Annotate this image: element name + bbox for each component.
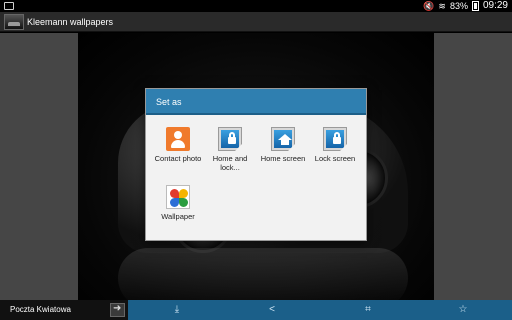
ad-banner[interactable]: Poczta Kwiatowa [0,300,128,320]
status-bar: 🔇 ≋ 83% 09:29 [0,0,512,12]
action-bar: Kleemann wallpapers [0,12,512,32]
wallpaper-icon [166,185,190,209]
home-screen-icon [271,127,295,151]
car-reflection [118,248,408,300]
lock-screen-icon [323,127,347,151]
option-label: Contact photo [154,154,202,163]
option-lock-screen[interactable]: Lock screen [309,127,361,179]
download-icon[interactable]: ⤓ [167,300,187,320]
battery-icon [471,1,479,11]
mute-icon: 🔇 [423,1,435,11]
dialog-title: Set as [156,97,182,107]
set-as-dialog: Set as Contact photo Home and lock... Ho… [145,88,367,241]
clock: 09:29 [482,0,508,11]
option-contact-photo[interactable]: Contact photo [152,127,204,179]
contact-icon [166,127,190,151]
option-label: Home and lock... [212,154,248,172]
option-home-screen[interactable]: Home screen [257,127,309,179]
battery-percentage: 83% [449,1,468,11]
home-and-lock-icon [218,127,242,151]
status-icons: 🔇 ≋ 83% 09:29 [423,0,508,12]
option-label: Wallpaper [161,212,195,221]
app-title: Kleemann wallpapers [27,17,114,27]
share-icon[interactable]: < [262,300,282,320]
ad-text: Poczta Kwiatowa [10,305,71,314]
app-icon[interactable] [4,14,24,30]
wifi-icon: ≋ [438,1,446,11]
gallery-notification-icon [4,2,14,10]
star-icon[interactable]: ☆ [453,300,473,320]
option-wallpaper[interactable]: Wallpaper [152,185,204,237]
ad-arrow-button[interactable] [110,303,125,317]
crop-icon[interactable]: ⌗ [358,300,378,320]
option-label: Home screen [260,154,306,163]
option-label: Lock screen [314,154,356,163]
option-home-and-lock[interactable]: Home and lock... [204,127,256,179]
